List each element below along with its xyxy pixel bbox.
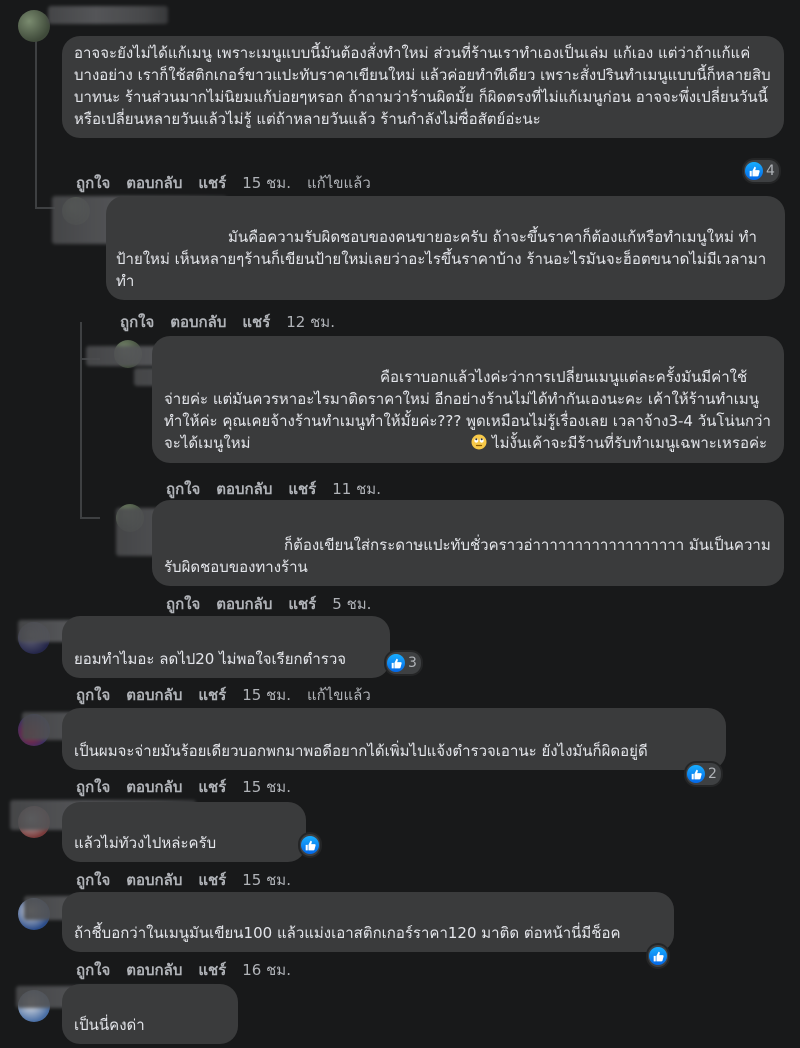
comment-bubble: ถ้าชี้บอกว่าในเมนูมันเขียน100 แล้วแม่งเอ… [62,892,674,952]
like-button[interactable]: ถูกใจ [76,686,110,704]
comment-text: อาจจะยังไม่ได้แก้เมนู เพราะเมนูแบบนี้มัน… [74,44,771,128]
comment-actions: ถูกใจ ตอบกลับ แชร์ 15 ชม. [76,868,307,892]
reaction-count-value: 4 [766,163,775,179]
comment-time[interactable]: 15 ชม. [242,686,291,704]
share-button[interactable]: แชร์ [198,174,226,192]
comment-actions: ถูกใจ ตอบกลับ แชร์ 15 ชม. [76,775,307,799]
like-button[interactable]: ถูกใจ [120,313,154,331]
comment-time[interactable]: 15 ชม. [242,778,291,796]
comment-actions: ถูกใจ ตอบกลับ แชร์ 16 ชม. [76,958,307,982]
comment-bubble: อาจจะยังไม่ได้แก้เมนู เพราะเมนูแบบนี้มัน… [62,36,784,138]
commenter-name-redacted [48,6,168,24]
like-icon [301,836,319,854]
like-icon [687,765,705,783]
share-button[interactable]: แชร์ [198,778,226,796]
like-button[interactable]: ถูกใจ [166,480,200,498]
thread-line [80,517,100,519]
comment-text: ถ้าชี้บอกว่าในเมนูมันเขียน100 แล้วแม่งเอ… [74,924,621,942]
share-button[interactable]: แชร์ [198,871,226,889]
thread-line [35,40,37,208]
comment-bubble: เป็นผมจะจ่ายมันร้อยเดียวบอกพกมาพอดีอยากไ… [62,708,726,770]
comment-time[interactable]: 16 ชม. [242,961,291,979]
comment-text: ยอมทำไมอะ ลดไป20 ไม่พอใจเรียกตำรวจ [74,650,347,668]
like-button[interactable]: ถูกใจ [76,961,110,979]
like-button[interactable]: ถูกใจ [76,174,110,192]
reply-button[interactable]: ตอบกลับ [216,480,272,498]
reply-button[interactable]: ตอบกลับ [126,961,182,979]
comment-text: เป็นนี่คงด่า [74,1016,145,1034]
comment-time[interactable]: 11 ชม. [332,480,381,498]
comment-text: คือเราบอกแล้วไงค่ะว่าการเปลี่ยนเมนูแต่ละ… [164,366,772,455]
reaction-count[interactable]: 3 [386,652,421,674]
like-button[interactable]: ถูกใจ [166,595,200,613]
thread-line [80,322,82,518]
avatar[interactable] [18,10,50,42]
comment-text: ก็ต้องเขียนใส่กระดาษแปะทับชั่วคราวอ่าาาา… [164,536,771,576]
comment-time[interactable]: 15 ชม. [242,871,291,889]
reply-button[interactable]: ตอบกลับ [126,174,182,192]
comment-text: เป็นผมจะจ่ายมันร้อยเดียวบอกพกมาพอดีอยากไ… [74,742,648,760]
comment-time[interactable]: 15 ชม. [242,174,291,192]
comment-text: แล้วไม่ทัวงไปหล่ะครับ [74,834,217,852]
share-button[interactable]: แชร์ [198,686,226,704]
edited-label: แก้ไขแล้ว [306,174,371,192]
like-icon [745,162,763,180]
comment-bubble: เป็นนี่คงด่า [62,984,238,1044]
share-button[interactable]: แชร์ [242,313,270,331]
comment-bubble: ก็ต้องเขียนใส่กระดาษแปะทับชั่วคราวอ่าาาา… [152,500,784,586]
share-button[interactable]: แชร์ [288,480,316,498]
comment-bubble: ยอมทำไมอะ ลดไป20 ไม่พอใจเรียกตำรวจ [62,616,390,678]
like-icon [387,654,405,672]
comment-text-part: ไม่งั้นเค้าจะมีร้านที่รับทำเมนูเฉพาะเหรอ… [487,434,768,452]
reaction-count[interactable]: 4 [744,160,779,182]
like-button[interactable]: ถูกใจ [76,871,110,889]
comment-bubble: แล้วไม่ทัวงไปหล่ะครับ [62,802,306,862]
reaction-count-value: 3 [408,655,417,671]
comment-bubble: มันคือความรับผิดชอบของคนขายอะครับ ถ้าจะข… [106,196,785,300]
comment-time[interactable]: 12 ชม. [286,313,335,331]
reaction-count[interactable] [300,834,320,856]
comment-time[interactable]: 5 ชม. [332,595,371,613]
reaction-count-value: 2 [708,766,717,782]
like-icon [649,947,667,965]
rolling-eyes-emoji-icon [255,433,487,455]
reply-button[interactable]: ตอบกลับ [170,313,226,331]
reaction-count[interactable]: 2 [686,763,721,785]
comment-text: มันคือความรับผิดชอบของคนขายอะครับ ถ้าจะข… [116,228,767,290]
comment-actions: ถูกใจ ตอบกลับ แชร์ 15 ชม. แก้ไขแล้ว [76,683,387,707]
comment-actions: ถูกใจ ตอบกลับ แชร์ 15 ชม. แก้ไขแล้ว [76,171,387,195]
share-button[interactable]: แชร์ [198,961,226,979]
reply-button[interactable]: ตอบกลับ [216,595,272,613]
share-button[interactable]: แชร์ [288,595,316,613]
like-button[interactable]: ถูกใจ [76,778,110,796]
comment-actions: ถูกใจ ตอบกลับ แชร์ 11 ชม. [166,477,397,501]
reply-button[interactable]: ตอบกลับ [126,871,182,889]
comment-actions: ถูกใจ ตอบกลับ แชร์ 5 ชม. [166,592,387,616]
reply-button[interactable]: ตอบกลับ [126,686,182,704]
reply-button[interactable]: ตอบกลับ [126,778,182,796]
comment-actions: ถูกใจ ตอบกลับ แชร์ 12 ชม. [120,310,351,334]
reaction-count[interactable] [648,945,668,967]
edited-label: แก้ไขแล้ว [306,686,371,704]
comment-bubble: คือเราบอกแล้วไงค่ะว่าการเปลี่ยนเมนูแต่ละ… [152,336,784,463]
